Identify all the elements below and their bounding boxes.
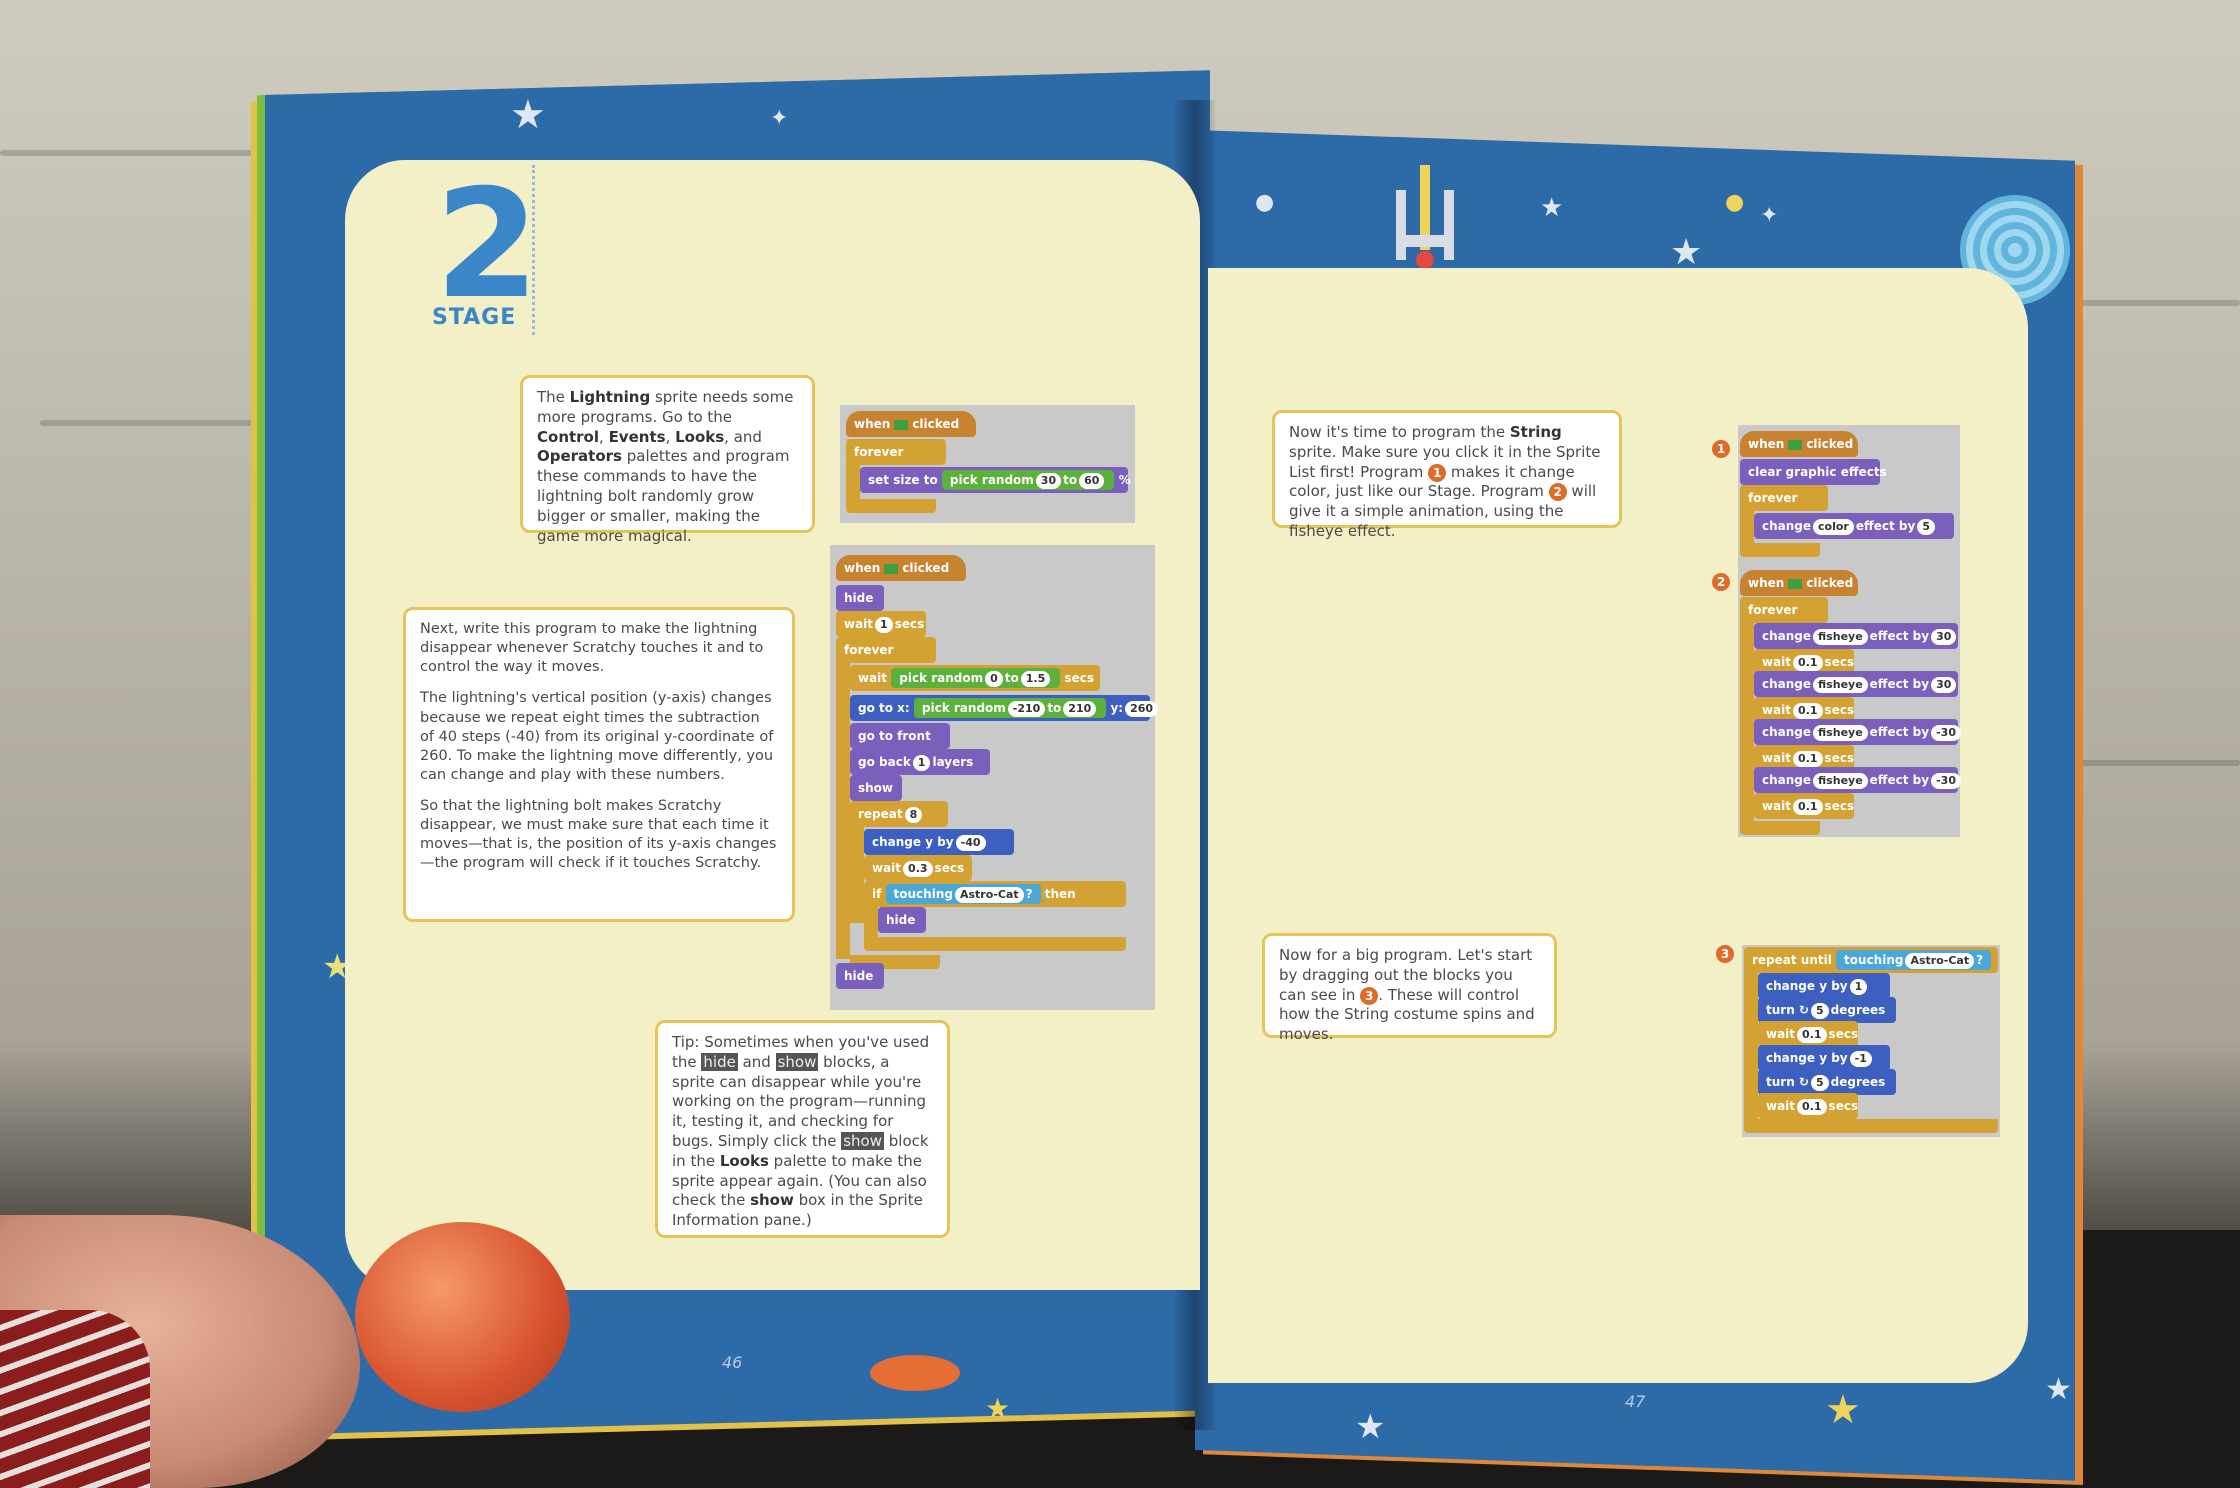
star-icon: ★ — [510, 92, 546, 138]
wait-block: wait 1 secs — [836, 611, 926, 637]
wait-block: wait 0.1 secs — [1754, 793, 1854, 819]
pick-random-block: pick random -210 to 210 — [913, 698, 1107, 718]
pick-random-block: pick random 0 to 1.5 — [891, 668, 1061, 688]
pick-random-block: pick random 30 to 60 — [941, 470, 1115, 490]
code-screenshot-string: when clicked clear graphic effects foreve… — [1738, 425, 1961, 837]
star-icon: ★ — [1670, 232, 1703, 273]
code-screenshot-size: when clicked forever set size to pick ran… — [840, 405, 1135, 523]
hide-block: hide — [836, 963, 884, 989]
code-screenshot-spin: repeat until touching Astro-Cat? change y… — [1742, 945, 2000, 1137]
change-fisheye-block: change fisheye effect by 30 — [1754, 671, 1958, 697]
note-paragraph: The lightning's vertical position (y-axi… — [420, 690, 774, 783]
if-touching-block: if touching Astro-Cat? then — [864, 881, 1126, 907]
step-3-badge: 3 — [1360, 986, 1379, 1005]
turn-block: turn ↻ 5 degrees — [1758, 997, 1896, 1023]
page-number: 46 — [722, 1353, 743, 1372]
wood-grain — [2070, 300, 2240, 306]
lightning-program-note: Next, write this program to make the lig… — [403, 607, 795, 922]
when-flag-clicked-block: when clicked — [836, 555, 966, 581]
sleeve — [0, 1310, 150, 1488]
orange-planet — [355, 1222, 570, 1412]
change-fisheye-block: change fisheye effect by -30 — [1754, 719, 1961, 745]
forever-block: forever — [846, 439, 946, 465]
when-flag-clicked-block: when clicked — [1740, 570, 1858, 596]
step-1-badge: 1 — [1428, 463, 1447, 482]
note-paragraph: Next, write this program to make the lig… — [420, 621, 764, 676]
change-color-effect-block: change color effect by 5 — [1754, 513, 1954, 539]
ufo-icon — [870, 1355, 960, 1391]
green-flag-icon — [884, 563, 899, 574]
go-to-xy-block: go to x: pick random -210 to 210 y: 260 — [850, 695, 1159, 721]
forever-foot — [1740, 543, 1820, 557]
turn-block: turn ↻ 5 degrees — [1758, 1069, 1896, 1095]
forever-foot — [1740, 821, 1820, 835]
if-foot — [864, 937, 1126, 951]
forever-bracket — [1740, 621, 1754, 833]
go-to-front-block: go to front — [850, 723, 950, 749]
stage-number: 2 — [435, 158, 540, 332]
green-flag-icon — [1788, 439, 1803, 450]
step-2-badge: 2 — [1548, 483, 1567, 502]
step-3-badge: 3 — [1716, 945, 1734, 963]
forever-foot — [846, 499, 936, 513]
rocket-icon — [1396, 165, 1454, 269]
green-flag-icon — [1788, 578, 1803, 589]
show-block: show — [850, 775, 902, 801]
when-flag-clicked-block: when clicked — [1740, 431, 1858, 457]
repeat-until-bracket — [1744, 971, 1758, 1121]
when-flag-clicked-block: when clicked — [846, 411, 976, 437]
note-paragraph: So that the lightning bolt makes Scratch… — [420, 798, 777, 872]
green-flag-icon — [894, 419, 909, 430]
change-fisheye-block: change fisheye effect by 30 — [1754, 623, 1958, 649]
string-sprite-note: Now it's time to program the String spri… — [1272, 410, 1622, 540]
star-icon: ✦ — [1760, 203, 1779, 228]
clear-graphic-effects-block: clear graphic effects — [1740, 459, 1887, 485]
hide-block: hide — [878, 907, 926, 933]
page-number: 47 — [1625, 1392, 1646, 1411]
touching-block: touching Astro-Cat? — [885, 884, 1041, 904]
repeat-block: repeat 8 — [850, 801, 948, 827]
big-program-note: Now for a big program. Let's start by dr… — [1262, 933, 1557, 1043]
change-y-block: change y by -1 — [1758, 1045, 1890, 1071]
wait-block: wait 0.1 secs — [1758, 1021, 1858, 1047]
code-screenshot-lightning: when clicked hide wait 1 secs forever wait … — [830, 545, 1159, 1010]
go-back-layers-block: go back 1 layers — [850, 749, 990, 775]
forever-block: forever — [1740, 485, 1828, 511]
star-icon: ★ — [1540, 193, 1564, 223]
hide-block: hide — [836, 585, 884, 611]
forever-bracket — [836, 661, 850, 959]
lightning-intro-note: The Lightning sprite needs some more pro… — [520, 375, 815, 545]
wait-block: wait 0.1 secs — [1758, 1093, 1858, 1119]
wait-block: wait 0.3 secs — [864, 855, 972, 881]
repeat-bracket — [850, 825, 864, 923]
repeat-until-block: repeat until touching Astro-Cat? — [1744, 947, 1998, 973]
step-2-badge: 2 — [1712, 573, 1730, 591]
repeat-until-foot — [1744, 1119, 1998, 1133]
change-fisheye-block: change fisheye effect by -30 — [1754, 767, 1961, 793]
forever-block: forever — [1740, 597, 1828, 623]
step-1-badge: 1 — [1712, 440, 1730, 458]
change-y-block: change y by -40 — [864, 829, 1014, 855]
star-icon: ✦ — [770, 106, 789, 131]
stage-label: STAGE — [432, 305, 517, 330]
star-icon: ★ — [1355, 1407, 1386, 1447]
wait-random-block: wait pick random 0 to 1.5 secs — [850, 665, 1100, 691]
star-icon: ★ — [2045, 1372, 2072, 1407]
stage-divider — [532, 165, 535, 335]
star-icon: ● — [1725, 190, 1745, 215]
star-icon: ★ — [1825, 1387, 1861, 1433]
forever-block: forever — [836, 637, 936, 663]
wood-grain — [2080, 760, 2240, 766]
tip-box: Tip: Sometimes when you've used the hide… — [655, 1020, 950, 1238]
star-icon: ● — [1255, 190, 1275, 215]
star-icon: ★ — [985, 1392, 1011, 1425]
change-y-block: change y by 1 — [1758, 973, 1890, 999]
set-size-block: set size to pick random 30 to 60 % — [860, 467, 1131, 493]
touching-block: touching Astro-Cat? — [1836, 950, 1992, 970]
